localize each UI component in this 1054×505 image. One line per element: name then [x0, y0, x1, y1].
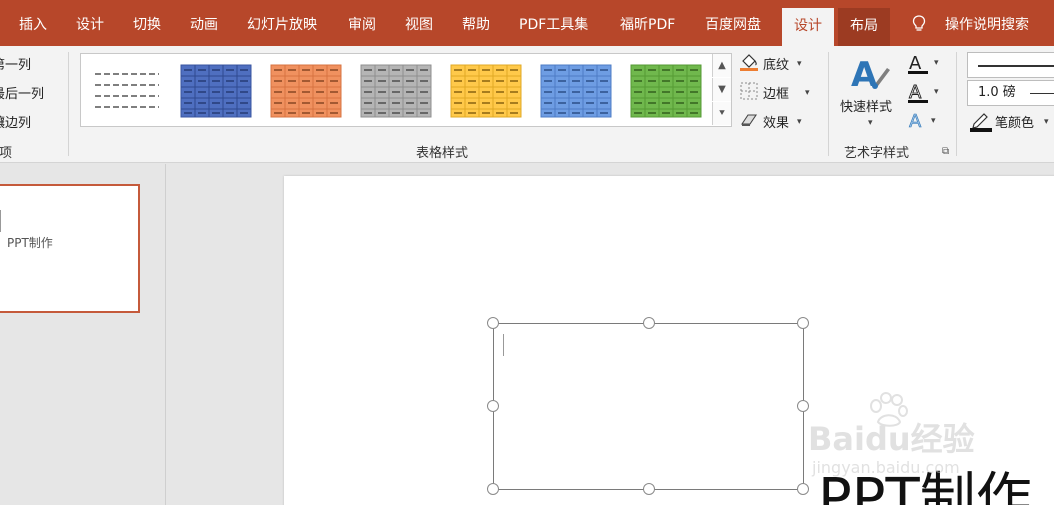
style-swatch-lightblue[interactable]: [540, 64, 612, 118]
style-swatch-gold[interactable]: [450, 64, 522, 118]
tell-me-search[interactable]: 操作说明搜索: [945, 0, 1029, 46]
group-divider: [68, 52, 69, 156]
svg-text:A: A: [909, 111, 922, 132]
effects-dropdown-icon[interactable]: ▾: [797, 117, 802, 127]
tab-foxit-pdf[interactable]: 福昕PDF: [620, 0, 675, 46]
tab-animations[interactable]: 动画: [190, 0, 218, 46]
thumb-table-edge: [0, 210, 1, 232]
quick-styles-dropdown-icon[interactable]: ▾: [868, 118, 873, 128]
style-swatch-gray[interactable]: [360, 64, 432, 118]
tab-slideshow[interactable]: 幻灯片放映: [247, 0, 317, 46]
resize-handle-tr[interactable]: [797, 317, 809, 329]
ribbon: 第一列 最后一列 镶边列 项: [0, 46, 1054, 163]
text-fill-icon[interactable]: A: [907, 52, 929, 76]
resize-handle-br[interactable]: [797, 483, 809, 495]
tab-design[interactable]: 设计: [76, 0, 104, 46]
text-outline-icon[interactable]: A: [907, 81, 929, 105]
border-button[interactable]: 边框: [763, 83, 789, 102]
option-first-column[interactable]: 第一列: [0, 54, 31, 73]
gallery-scroll-down-icon[interactable]: ▼: [712, 78, 731, 101]
pen-color-icon: [970, 113, 992, 132]
pen-color-button[interactable]: 笔颜色: [995, 112, 1034, 131]
resize-handle-top[interactable]: [643, 317, 655, 329]
pen-weight-select[interactable]: 1.0 磅: [967, 80, 1054, 106]
options-group-label: 项: [0, 146, 13, 161]
resize-handle-left[interactable]: [487, 400, 499, 412]
slide-thumbnail-pane: PPT制作: [0, 164, 166, 505]
shading-dropdown-icon[interactable]: ▾: [797, 59, 802, 69]
style-swatch-blue[interactable]: [180, 64, 252, 118]
style-swatch-none[interactable]: [91, 64, 163, 118]
wordart-group-label: 艺术字样式: [844, 146, 910, 161]
text-fill-dropdown-icon[interactable]: ▾: [934, 58, 939, 68]
shading-button[interactable]: 底纹: [763, 54, 789, 73]
watermark-url: jingyan.baidu.com: [812, 458, 960, 477]
wordart-launcher-icon[interactable]: ⧉: [942, 146, 949, 157]
group-divider: [956, 52, 957, 156]
table-styles-gallery: [80, 53, 732, 127]
pen-style-select[interactable]: [967, 52, 1054, 78]
selected-table[interactable]: [493, 323, 804, 490]
border-dropdown-icon[interactable]: ▾: [805, 88, 810, 98]
pen-weight-value: 1.0 磅: [978, 85, 1016, 100]
gallery-more-icon[interactable]: ⯆: [712, 102, 731, 125]
quick-styles-button[interactable]: 快速样式: [840, 96, 892, 115]
effects-button[interactable]: 效果: [763, 112, 789, 131]
resize-handle-bl[interactable]: [487, 483, 499, 495]
paint-bucket-icon: [740, 54, 758, 71]
group-divider: [828, 52, 829, 156]
resize-handle-tl[interactable]: [487, 317, 499, 329]
tab-insert[interactable]: 插入: [19, 0, 47, 46]
style-swatch-green[interactable]: [630, 64, 702, 118]
slide-thumbnail[interactable]: PPT制作: [0, 184, 140, 313]
tab-pdf-tools[interactable]: PDF工具集: [519, 0, 588, 46]
svg-text:A: A: [909, 53, 922, 74]
option-last-column[interactable]: 最后一列: [0, 83, 44, 102]
resize-handle-bottom[interactable]: [643, 483, 655, 495]
text-effects-dropdown-icon[interactable]: ▾: [931, 116, 936, 126]
watermark-brand: Baidu经验: [808, 420, 975, 458]
text-outline-dropdown-icon[interactable]: ▾: [934, 87, 939, 97]
lightbulb-icon: [912, 15, 926, 31]
baidu-watermark: Baidu经验 jingyan.baidu.com: [808, 392, 1004, 484]
tab-transitions[interactable]: 切换: [133, 0, 161, 46]
tab-review[interactable]: 审阅: [348, 0, 376, 46]
option-banded-columns[interactable]: 镶边列: [0, 112, 31, 131]
tab-baidu-netdisk[interactable]: 百度网盘: [705, 0, 761, 46]
tab-table-design[interactable]: 设计: [782, 8, 834, 46]
text-effects-icon[interactable]: A: [907, 110, 929, 132]
border-icon: [740, 82, 758, 100]
tab-help[interactable]: 帮助: [462, 0, 490, 46]
thumbnail-text: PPT制作: [7, 236, 53, 250]
text-cursor: [503, 334, 504, 356]
quick-styles-icon[interactable]: A: [849, 54, 891, 94]
menu-bar: 插入 设计 切换 动画 幻灯片放映 审阅 视图 帮助 PDF工具集 福昕PDF …: [0, 0, 1054, 46]
gallery-scroll-up-icon[interactable]: ▲: [712, 54, 731, 77]
effects-icon: [740, 114, 758, 126]
table-styles-group-label: 表格样式: [416, 146, 469, 161]
tab-view[interactable]: 视图: [405, 0, 433, 46]
tab-table-layout[interactable]: 布局: [838, 8, 890, 46]
svg-text:A: A: [909, 82, 922, 103]
pen-color-dropdown-icon[interactable]: ▾: [1044, 117, 1049, 127]
style-swatch-orange[interactable]: [270, 64, 342, 118]
